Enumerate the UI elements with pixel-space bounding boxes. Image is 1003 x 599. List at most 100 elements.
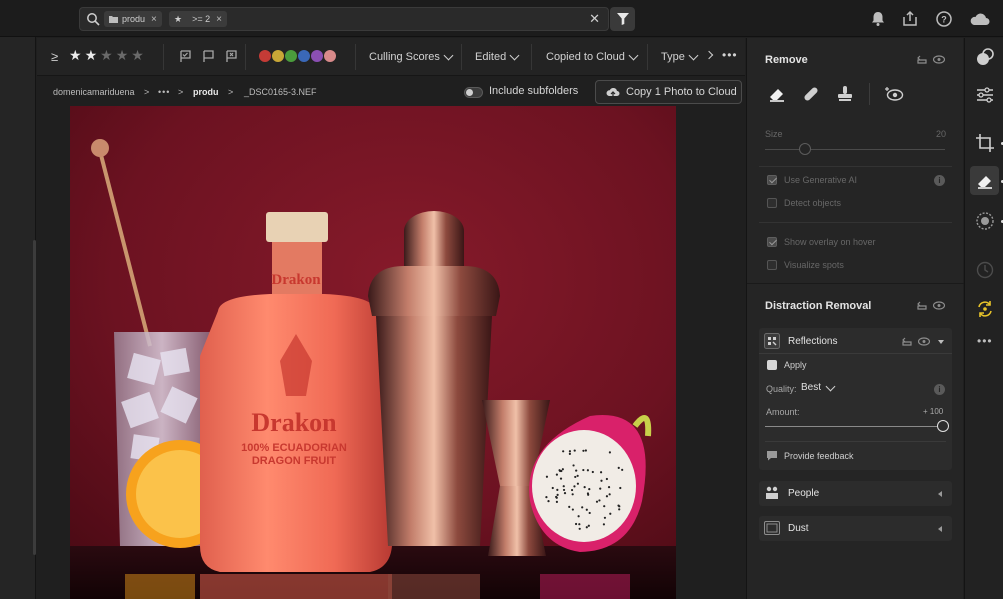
cloud-upload-icon — [606, 88, 620, 97]
reset-icon[interactable] — [917, 55, 927, 64]
show-overlay-checkbox[interactable] — [767, 237, 777, 247]
panel-resize-handle[interactable] — [33, 240, 36, 555]
people-icon — [766, 486, 778, 499]
color-label-dot[interactable] — [285, 50, 297, 62]
include-subfolders-label: Include subfolders — [489, 85, 579, 97]
masking-icon[interactable] — [975, 211, 995, 231]
chip-label: produ — [122, 14, 146, 24]
rating-operator[interactable]: ≥ — [51, 49, 58, 64]
culling-scores-dropdown[interactable]: Culling Scores — [369, 50, 454, 63]
edited-dropdown[interactable]: Edited — [475, 50, 520, 63]
amount-slider-track[interactable] — [765, 426, 943, 427]
scroll-filters-right-button[interactable] — [704, 50, 714, 60]
folder-icon — [109, 16, 118, 23]
flag-unflagged-icon[interactable] — [202, 50, 215, 63]
sync-icon[interactable] — [975, 299, 995, 319]
divider — [461, 44, 462, 70]
search-chip-rating[interactable]: ★ >= 2 × — [169, 11, 227, 27]
breadcrumb-separator-icon: > — [178, 87, 184, 97]
remove-eraser-icon[interactable] — [975, 171, 995, 191]
eye-icon[interactable] — [933, 301, 945, 310]
rating-star-icon[interactable]: ★ — [100, 47, 113, 63]
rating-star-icon[interactable]: ★ — [69, 47, 82, 63]
reflections-header-icons — [902, 337, 930, 346]
funnel-icon — [616, 13, 629, 25]
copy-to-cloud-button[interactable]: Copy 1 Photo to Cloud — [595, 80, 742, 104]
reset-icon[interactable] — [917, 301, 927, 310]
chevron-down-icon — [443, 50, 454, 61]
color-label-dot[interactable] — [298, 50, 310, 62]
healing-bandage-icon[interactable] — [801, 84, 821, 104]
breadcrumb-folder[interactable]: produ — [193, 87, 219, 97]
visualize-spots-checkbox[interactable] — [767, 260, 777, 270]
rating-star-icon[interactable]: ★ — [116, 47, 129, 63]
provide-feedback-link[interactable]: Provide feedback — [784, 451, 854, 461]
visualize-spots-eye-icon[interactable] — [884, 84, 904, 104]
breadcrumb-ellipsis[interactable]: ••• — [158, 87, 170, 97]
edit-sliders-icon[interactable] — [975, 85, 995, 105]
copied-to-cloud-dropdown[interactable]: Copied to Cloud — [546, 50, 639, 63]
chevron-down-icon — [825, 381, 836, 391]
search-chip-folder[interactable]: produ × — [104, 11, 162, 27]
crop-rotate-icon[interactable] — [975, 133, 995, 153]
photo-canvas[interactable]: Drakon Drakon 100% ECUADORIAN DRAGON FRU… — [70, 106, 676, 599]
detect-objects-checkbox[interactable] — [767, 198, 777, 208]
versions-history-icon[interactable] — [975, 260, 995, 280]
color-label-dot[interactable] — [259, 50, 271, 62]
share-icon[interactable] — [901, 10, 919, 28]
visualize-spots-label: Visualize spots — [784, 260, 844, 270]
left-filmstrip-strip — [0, 0, 36, 599]
expand-triangle-icon[interactable] — [938, 491, 942, 497]
use-generative-ai-checkbox[interactable] — [767, 175, 777, 185]
dropdown-label: Type — [661, 51, 685, 63]
filter-button[interactable] — [610, 7, 635, 31]
apply-reflections-checkbox[interactable] — [767, 360, 777, 370]
info-icon[interactable]: i — [934, 175, 945, 186]
flag-picked-icon[interactable] — [179, 50, 192, 63]
include-subfolders-toggle[interactable] — [464, 87, 483, 98]
rating-stars[interactable]: ★ ★ ★ ★ ★ — [69, 47, 144, 63]
size-slider-thumb[interactable] — [798, 143, 811, 155]
color-label-dot[interactable] — [324, 50, 336, 62]
cloud-icon[interactable] — [969, 10, 991, 28]
presets-icon[interactable] — [975, 47, 995, 67]
apply-label: Apply — [784, 360, 807, 370]
edit-panel: Remove Size 20 Use Generative AI i Detec… — [746, 38, 964, 599]
rating-star-icon[interactable]: ★ — [85, 47, 98, 63]
quality-dropdown[interactable]: Best — [801, 381, 836, 393]
search-bar[interactable]: produ × ★ >= 2 × ✕ — [79, 7, 609, 31]
dust-card[interactable]: Dust — [759, 516, 952, 541]
more-options-icon[interactable]: ••• — [722, 48, 738, 62]
divider — [355, 44, 356, 70]
breadcrumb-separator-icon: > — [228, 87, 234, 97]
chip-remove-icon[interactable]: × — [216, 14, 222, 25]
bell-icon[interactable] — [869, 10, 887, 28]
divider — [163, 44, 164, 70]
amount-slider-thumb[interactable] — [937, 420, 949, 432]
chip-remove-icon[interactable]: × — [151, 14, 157, 25]
expand-triangle-icon[interactable] — [938, 526, 942, 532]
rating-star-icon[interactable]: ★ — [131, 47, 144, 63]
people-card[interactable]: People — [759, 481, 952, 506]
reset-icon[interactable] — [902, 337, 912, 346]
amount-value: + 100 — [923, 407, 944, 416]
clone-stamp-icon[interactable] — [835, 84, 855, 104]
detect-objects-label: Detect objects — [784, 198, 842, 208]
color-label-dot[interactable] — [272, 50, 284, 62]
eye-icon[interactable] — [933, 55, 945, 64]
flag-rejected-icon[interactable] — [225, 50, 238, 63]
eraser-icon[interactable] — [767, 84, 787, 104]
color-label-dot[interactable] — [311, 50, 323, 62]
chevron-down-icon — [628, 50, 639, 61]
breadcrumb-root[interactable]: domenicamariduena — [53, 87, 135, 97]
help-icon[interactable]: ? — [935, 10, 953, 28]
size-slider-track[interactable] — [765, 149, 945, 150]
eye-icon[interactable] — [918, 337, 930, 346]
clear-search-icon[interactable]: ✕ — [589, 11, 600, 27]
type-dropdown[interactable]: Type — [661, 50, 699, 63]
chevron-down-icon — [509, 50, 520, 61]
info-icon[interactable]: i — [934, 384, 945, 395]
more-icon[interactable]: ••• — [977, 334, 993, 348]
chip-label: >= 2 — [192, 14, 211, 24]
collapse-triangle-icon[interactable] — [938, 340, 944, 344]
